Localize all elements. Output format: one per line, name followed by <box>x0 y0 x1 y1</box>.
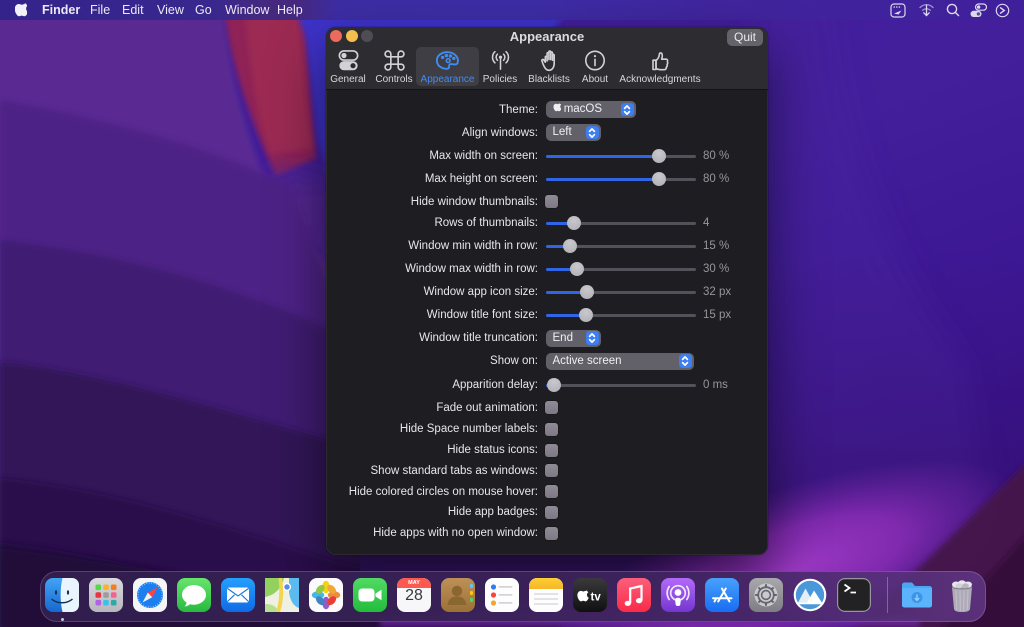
svg-text:tv: tv <box>591 592 602 604</box>
